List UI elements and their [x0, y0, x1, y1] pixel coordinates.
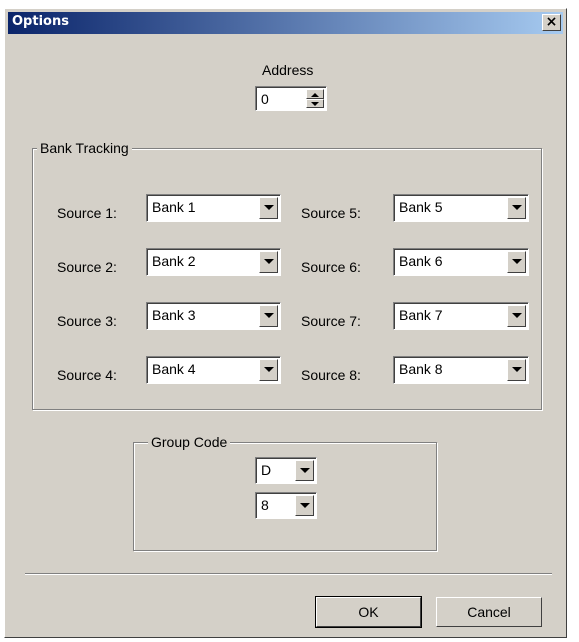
- cancel-button[interactable]: Cancel: [436, 597, 542, 627]
- source-1-select[interactable]: Bank 1: [146, 194, 281, 222]
- source-2-value: Bank 2: [152, 253, 196, 269]
- source-4-value: Bank 4: [152, 361, 196, 377]
- source-5-select[interactable]: Bank 5: [393, 194, 529, 222]
- group-code-letter-dropdown-button[interactable]: [295, 460, 314, 481]
- source-2-label: Source 2:: [57, 259, 117, 275]
- source-6-label: Source 6:: [301, 259, 361, 275]
- group-code-letter-value: D: [261, 462, 272, 478]
- source-8-value: Bank 8: [399, 361, 443, 377]
- source-4-label: Source 4:: [57, 367, 117, 383]
- source-3-value: Bank 3: [152, 307, 196, 323]
- chevron-down-icon: [264, 367, 274, 372]
- source-5-value: Bank 5: [399, 199, 443, 215]
- source-8-label: Source 8:: [301, 367, 361, 383]
- chevron-down-icon: [300, 503, 310, 508]
- spin-up-button[interactable]: [306, 89, 324, 99]
- close-button[interactable]: ×: [542, 14, 561, 31]
- arrow-down-icon: [311, 101, 319, 106]
- address-value: 0: [261, 91, 269, 107]
- chevron-down-icon: [512, 313, 522, 318]
- source-6-dropdown-button[interactable]: [507, 251, 526, 273]
- ok-button[interactable]: OK: [315, 596, 422, 628]
- group-code-letter-select[interactable]: D: [255, 457, 317, 484]
- chevron-down-icon: [512, 259, 522, 264]
- address-spinner[interactable]: [306, 89, 324, 108]
- source-1-value: Bank 1: [152, 199, 196, 215]
- source-1-dropdown-button[interactable]: [259, 197, 278, 219]
- source-3-dropdown-button[interactable]: [259, 305, 278, 327]
- title-bar[interactable]: Options ×: [8, 12, 563, 34]
- source-7-value: Bank 7: [399, 307, 443, 323]
- source-2-select[interactable]: Bank 2: [146, 248, 281, 276]
- source-5-dropdown-button[interactable]: [507, 197, 526, 219]
- address-label: Address: [262, 62, 314, 78]
- source-7-select[interactable]: Bank 7: [393, 302, 529, 330]
- source-3-select[interactable]: Bank 3: [146, 302, 281, 330]
- chevron-down-icon: [264, 259, 274, 264]
- chevron-down-icon: [512, 205, 522, 210]
- source-5-label: Source 5:: [301, 205, 361, 221]
- group-code-number-dropdown-button[interactable]: [295, 495, 314, 516]
- group-code-title: Group Code: [148, 434, 231, 450]
- source-1-label: Source 1:: [57, 205, 117, 221]
- address-spinbox[interactable]: 0: [255, 86, 327, 111]
- source-8-dropdown-button[interactable]: [507, 359, 526, 381]
- source-4-select[interactable]: Bank 4: [146, 356, 281, 384]
- separator: [25, 573, 552, 575]
- chevron-down-icon: [264, 313, 274, 318]
- source-2-dropdown-button[interactable]: [259, 251, 278, 273]
- source-6-select[interactable]: Bank 6: [393, 248, 529, 276]
- bank-tracking-title: Bank Tracking: [37, 140, 132, 156]
- source-3-label: Source 3:: [57, 313, 117, 329]
- window-title: Options: [12, 14, 69, 29]
- group-code-number-select[interactable]: 8: [255, 492, 317, 519]
- arrow-up-icon: [311, 93, 319, 97]
- source-7-dropdown-button[interactable]: [507, 305, 526, 327]
- spin-down-button[interactable]: [306, 98, 324, 108]
- chevron-down-icon: [264, 205, 274, 210]
- options-dialog: Options × Address 0 Bank Tracking Source…: [4, 8, 567, 638]
- source-8-select[interactable]: Bank 8: [393, 356, 529, 384]
- group-code-number-value: 8: [261, 497, 269, 513]
- source-7-label: Source 7:: [301, 313, 361, 329]
- chevron-down-icon: [300, 468, 310, 473]
- close-icon: ×: [545, 14, 558, 30]
- source-6-value: Bank 6: [399, 253, 443, 269]
- source-4-dropdown-button[interactable]: [259, 359, 278, 381]
- chevron-down-icon: [512, 367, 522, 372]
